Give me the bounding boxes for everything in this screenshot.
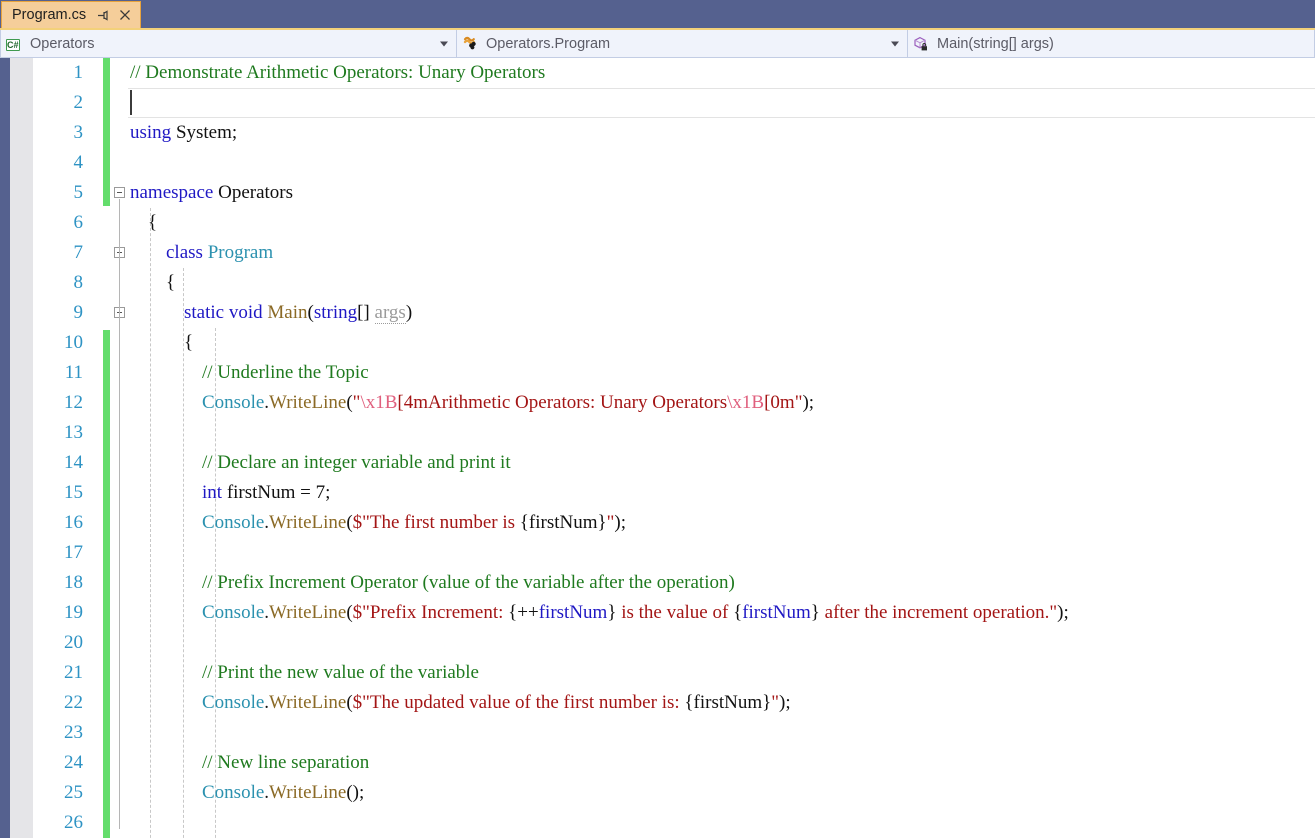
code-token: (); xyxy=(346,782,365,803)
member-dropdown-label: Main(string[] args) xyxy=(937,35,1054,52)
code-line[interactable]: // Print the new value of the variable xyxy=(202,658,479,688)
code-token: firstNum xyxy=(538,602,608,623)
code-token: int xyxy=(202,482,223,503)
code-token: Main xyxy=(267,302,308,323)
code-editor[interactable]: 1 2 3 4 5 6 7 8 9 10 11 12 13 14 15 16 17 18 19 20 21 22 23 24 2… xyxy=(0,58,1315,838)
code-token: System xyxy=(171,122,232,143)
code-token: // Declare an integer variable and print… xyxy=(202,452,511,473)
pin-icon[interactable] xyxy=(95,8,109,22)
code-token: {firstNum} xyxy=(519,512,607,533)
code-token: firstNum xyxy=(222,482,301,503)
code-token: [4mArithmetic Operators: Unary Operators xyxy=(397,392,728,413)
code-line[interactable]: Console.WriteLine("\x1B[4mArithmetic Ope… xyxy=(202,388,814,418)
member-dropdown[interactable]: Main(string[] args) xyxy=(907,30,1315,58)
code-line[interactable]: // New line separation xyxy=(202,748,369,778)
code-line[interactable]: class Program xyxy=(166,238,273,268)
code-token: {firstNum} xyxy=(684,692,772,713)
code-token: \x1B xyxy=(360,392,398,413)
code-token: using xyxy=(130,122,172,143)
code-token: after the increment operation." xyxy=(819,602,1058,623)
tab-program-cs[interactable]: Program.cs xyxy=(1,1,142,28)
chevron-down-icon[interactable] xyxy=(440,41,448,46)
code-token: [0m" xyxy=(764,392,803,413)
code-token: static xyxy=(184,302,225,323)
code-token: {++ xyxy=(508,602,539,623)
code-line[interactable]: Console.WriteLine($"Prefix Increment: {+… xyxy=(202,598,1069,628)
code-token: // Underline the Topic xyxy=(202,362,369,383)
code-token: WriteLine xyxy=(269,782,347,803)
code-token: Operators xyxy=(213,182,294,203)
code-token: // Print the new value of the variable xyxy=(202,662,479,683)
csharp-file-icon: C# xyxy=(6,38,20,51)
code-line[interactable]: namespace Operators xyxy=(130,178,293,208)
code-token: $"Prefix Increment: xyxy=(352,602,509,623)
code-token: Console xyxy=(202,692,265,713)
type-dropdown[interactable]: Operators.Program xyxy=(456,30,908,58)
code-token: WriteLine xyxy=(269,602,347,623)
code-token: $"The first number is xyxy=(352,512,520,533)
code-token: WriteLine xyxy=(269,392,347,413)
code-text[interactable]: // Demonstrate Arithmetic Operators: Una… xyxy=(0,58,1315,838)
code-line[interactable]: // Underline the Topic xyxy=(202,358,369,388)
method-private-icon xyxy=(913,36,930,52)
navigation-bar: C# Operators Operators.Program Main(stri… xyxy=(0,28,1315,58)
code-line[interactable]: // Declare an integer variable and print… xyxy=(202,448,511,478)
code-line[interactable]: Console.WriteLine(); xyxy=(202,778,364,808)
code-token: { xyxy=(184,332,194,353)
code-token: ) xyxy=(405,302,413,323)
code-token: $"The updated value of the first number … xyxy=(352,692,685,713)
project-dropdown[interactable]: C# Operators xyxy=(0,30,457,58)
type-dropdown-label: Operators.Program xyxy=(486,35,611,52)
code-token: is the value of xyxy=(616,602,734,623)
code-token: Program xyxy=(207,242,274,263)
code-line[interactable]: // Demonstrate Arithmetic Operators: Una… xyxy=(130,58,545,88)
code-token: Console xyxy=(202,782,265,803)
code-token: // New line separation xyxy=(202,752,370,773)
code-line[interactable]: { xyxy=(148,208,157,238)
code-token: WriteLine xyxy=(269,692,347,713)
code-token: = xyxy=(300,482,311,503)
tab-label: Program.cs xyxy=(12,7,87,23)
code-token: void xyxy=(228,302,263,323)
class-icon xyxy=(462,36,479,52)
code-token: } xyxy=(810,602,820,623)
code-token: args xyxy=(374,302,406,324)
code-token: { xyxy=(733,602,743,623)
code-line[interactable]: Console.WriteLine($"The first number is … xyxy=(202,508,626,538)
code-token: ); xyxy=(802,392,815,413)
code-token: ); xyxy=(614,512,627,533)
code-token: ; xyxy=(325,482,331,503)
code-line[interactable]: { xyxy=(166,268,175,298)
code-line[interactable]: static void Main(string[] args) xyxy=(184,298,412,328)
code-token: ); xyxy=(779,692,791,713)
code-token: namespace xyxy=(130,182,214,203)
code-token: ); xyxy=(1057,602,1069,623)
code-token: Console xyxy=(202,512,265,533)
code-token: " xyxy=(771,692,780,713)
code-token: ; xyxy=(231,122,238,143)
code-token: { xyxy=(166,272,176,293)
code-token: // Prefix Increment Operator (value of t… xyxy=(202,572,735,593)
code-line[interactable]: // Prefix Increment Operator (value of t… xyxy=(202,568,735,598)
code-line[interactable]: Console.WriteLine($"The updated value of… xyxy=(202,688,791,718)
code-token: // Demonstrate Arithmetic Operators: Una… xyxy=(130,62,546,83)
code-line[interactable]: { xyxy=(184,328,193,358)
code-token: { xyxy=(148,212,158,233)
code-token: string xyxy=(313,302,358,323)
tab-strip: Program.cs xyxy=(0,0,1315,28)
code-token: [] xyxy=(357,302,375,323)
code-token: Console xyxy=(202,392,265,413)
code-token: firstNum xyxy=(742,602,811,623)
code-token: Console xyxy=(202,602,265,623)
code-line[interactable]: int firstNum = 7; xyxy=(202,478,330,508)
code-token: WriteLine xyxy=(269,512,347,533)
code-token: \x1B xyxy=(727,392,765,413)
close-icon[interactable] xyxy=(118,8,132,22)
code-token: 7 xyxy=(310,482,326,503)
code-line[interactable]: using System; xyxy=(130,118,237,148)
project-dropdown-label: Operators xyxy=(30,35,95,52)
chevron-down-icon[interactable] xyxy=(891,41,899,46)
code-token: class xyxy=(166,242,203,263)
